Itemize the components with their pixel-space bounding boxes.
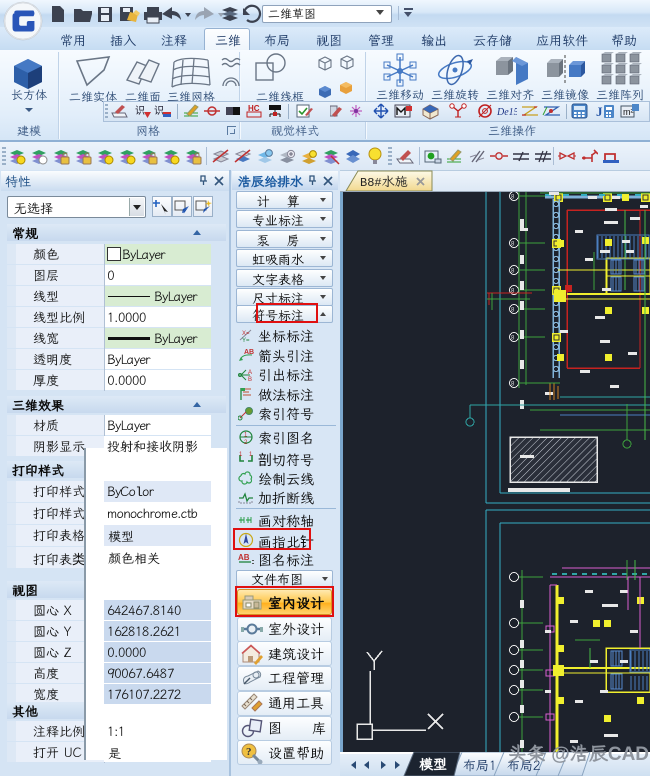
svg-text:识: 识 [154,104,164,117]
svg-text:?: ? [246,746,252,758]
svg-text:A: A [248,370,252,376]
svg-text:识: 识 [135,104,145,117]
svg-text:De15: De15 [497,107,517,118]
svg-text:X=: X= [242,331,250,337]
svg-text:1: 1 [244,432,248,438]
svg-text:m²: m² [623,107,634,117]
svg-text:AB: AB [238,553,250,562]
svg-text:Y=: Y= [242,338,250,343]
svg-text:J: J [596,104,603,119]
svg-text:1: 1 [239,452,243,458]
svg-text:B: B [248,377,252,382]
